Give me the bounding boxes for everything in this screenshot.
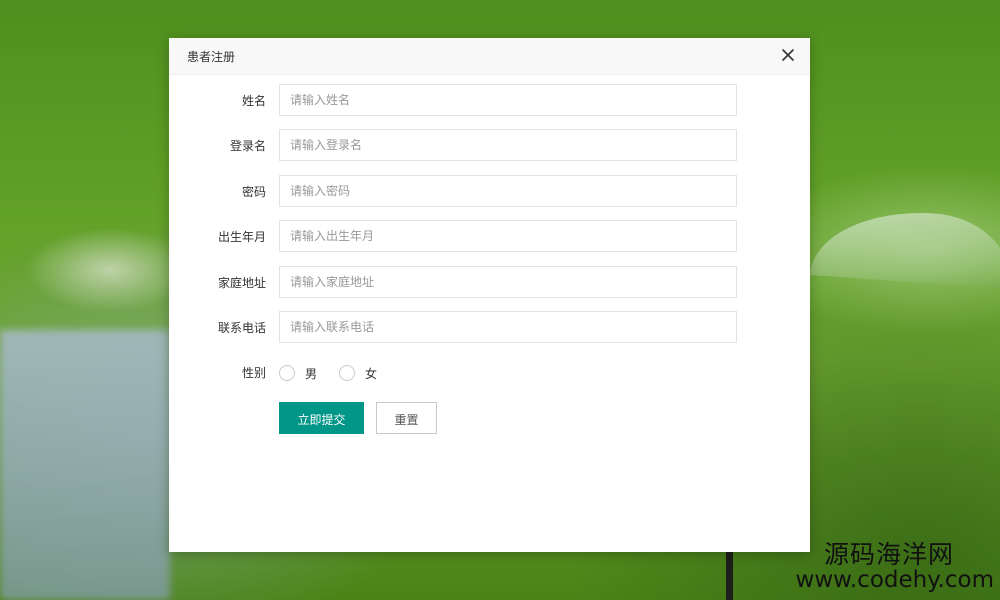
watermark-url: www.codehy.com: [795, 567, 994, 594]
password-label: 密码: [241, 185, 266, 199]
patient-registration-dialog: 患者注册 姓名 登录名 密码 出生年月 家庭地址 联系电话 性别: [169, 38, 810, 552]
gender-female-label: 女: [365, 366, 378, 381]
gender-label: 性别: [241, 366, 266, 380]
form-row-password: 密码: [169, 175, 810, 209]
birth-date-input[interactable]: [279, 220, 737, 252]
password-input[interactable]: [279, 175, 737, 207]
reset-button[interactable]: 重置: [376, 402, 437, 434]
phone-label: 联系电话: [217, 321, 266, 335]
name-label: 姓名: [241, 94, 266, 108]
form-row-birth-date: 出生年月: [169, 220, 810, 254]
form-row-phone: 联系电话: [169, 311, 810, 345]
submit-button[interactable]: 立即提交: [279, 402, 364, 434]
dialog-title: 患者注册: [187, 50, 236, 64]
gender-option-female[interactable]: 女: [339, 365, 377, 382]
close-icon: [782, 49, 794, 61]
background-stem: [726, 548, 733, 600]
radio-circle-icon: [339, 365, 356, 381]
gender-male-label: 男: [305, 366, 318, 381]
home-address-input[interactable]: [279, 266, 737, 298]
form-row-home-address: 家庭地址: [169, 266, 810, 300]
background-flowerpot: [0, 330, 170, 600]
login-name-label: 登录名: [229, 139, 266, 153]
form-row-name: 姓名: [169, 84, 810, 118]
form-row-login-name: 登录名: [169, 129, 810, 163]
gender-radio-group: 男 女: [279, 356, 399, 390]
watermark-name: 源码海洋网: [823, 540, 954, 569]
site-watermark: 源码海洋网 www.codehy.com: [795, 540, 994, 594]
gender-option-male[interactable]: 男: [279, 365, 317, 382]
login-name-input[interactable]: [279, 129, 737, 161]
close-button[interactable]: [780, 47, 796, 63]
birth-date-label: 出生年月: [217, 230, 266, 244]
home-address-label: 家庭地址: [217, 276, 266, 290]
radio-circle-icon: [279, 365, 295, 381]
name-input[interactable]: [279, 84, 737, 116]
dialog-header: 患者注册: [169, 38, 810, 75]
form-row-gender: 性别 男 女: [169, 356, 810, 390]
background-leaf: [809, 205, 1000, 289]
phone-input[interactable]: [279, 311, 737, 343]
